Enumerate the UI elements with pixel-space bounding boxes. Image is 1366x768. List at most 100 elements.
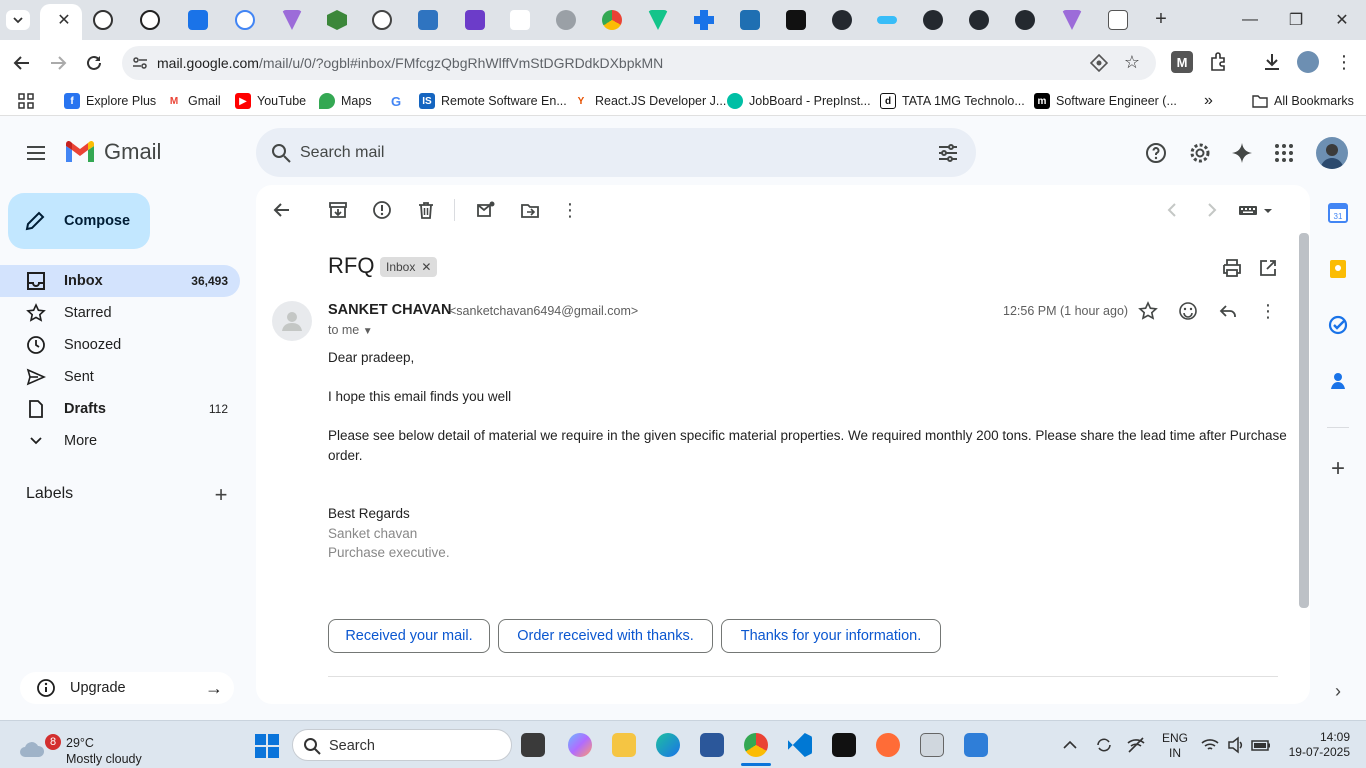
star-message-icon[interactable] [1138,301,1158,321]
network-icon[interactable] [1126,735,1146,755]
tasks-icon[interactable] [1327,314,1349,336]
tab-favicon-node-icon[interactable] [327,10,347,30]
remote-desktop-icon[interactable] [920,733,944,757]
chrome-taskbar-icon[interactable] [744,733,768,757]
battery-icon[interactable] [1250,735,1272,755]
print-icon[interactable] [1222,258,1242,278]
nav-inbox[interactable]: Inbox 36,493 [0,265,240,297]
bookmark-jobboard[interactable]: JobBoard - PrepInst... [727,92,871,110]
all-bookmarks[interactable]: All Bookmarks [1252,92,1354,110]
nav-starred[interactable]: Starred [0,297,240,329]
tab-favicon-google-icon[interactable] [235,10,255,30]
url-text[interactable]: mail.google.com/mail/u/0/?ogbl#inbox/FMf… [157,55,663,71]
file-explorer-icon[interactable] [612,733,636,757]
reply-icon[interactable] [1218,301,1238,321]
tab-favicon-openai-icon[interactable] [140,10,160,30]
emoji-react-icon[interactable] [1178,301,1198,321]
open-new-window-icon[interactable] [1258,258,1278,278]
add-label-icon[interactable]: + [210,482,232,507]
nav-sent[interactable]: Sent [0,361,240,393]
search-icon[interactable] [269,141,293,165]
minimize-icon[interactable]: — [1238,8,1262,32]
vscode-icon[interactable] [788,733,812,757]
nav-more[interactable]: More [0,425,240,457]
address-bar[interactable]: mail.google.com/mail/u/0/?ogbl#inbox/FMf… [122,46,1156,80]
delete-icon[interactable] [416,200,436,220]
keep-notes-icon[interactable] [1327,258,1349,280]
weather-widget[interactable]: 8 29°C Mostly cloudy [16,727,176,766]
message-scrollbar[interactable] [1299,233,1309,608]
tab-favicon-chart-icon[interactable] [510,10,530,30]
settings-gear-icon[interactable] [1188,141,1212,165]
tab-favicon-medium-icon[interactable] [786,10,806,30]
main-menu-icon[interactable] [24,141,48,165]
tab-favicon-github-icon[interactable] [923,10,943,30]
site-settings-icon[interactable] [132,55,148,71]
sender-name[interactable]: SANKET CHAVAN [328,302,452,318]
caret-down-icon[interactable]: ▼ [363,326,373,337]
store-icon[interactable] [700,733,724,757]
more-actions-icon[interactable]: ⋮ [560,200,580,220]
back-icon[interactable] [10,51,34,75]
bookmark-tata-1mg[interactable]: d TATA 1MG Technolo... [880,92,1025,110]
tab-favicon-chrome-icon[interactable] [602,10,622,30]
tab-favicon-vite-icon[interactable] [282,10,302,30]
gemini-sparkle-icon[interactable] [1230,141,1254,165]
bookmark-google[interactable]: G [388,92,410,110]
tab-favicon-github-icon[interactable] [969,10,989,30]
google-apps-icon[interactable] [1272,141,1296,165]
tab-favicon-app-icon[interactable] [188,10,208,30]
move-to-icon[interactable] [520,200,540,220]
new-tab-button[interactable]: + [1150,8,1172,30]
remove-label-icon[interactable]: ✕ [421,260,431,274]
maximize-icon[interactable]: ❐ [1284,8,1308,32]
upgrade-button[interactable]: Upgrade → [20,672,234,704]
search-input[interactable] [300,128,900,177]
volume-icon[interactable] [1226,735,1246,755]
gmail-logo[interactable]: Gmail [64,139,161,165]
bookmark-explore-plus[interactable]: f Explore Plus [64,92,156,110]
report-spam-icon[interactable] [372,200,392,220]
nav-drafts[interactable]: Drafts 112 [0,393,240,425]
get-addons-icon[interactable]: + [1327,455,1349,482]
tab-favicon-json-icon[interactable] [740,10,760,30]
archive-icon[interactable] [328,200,348,220]
forward-icon[interactable] [46,51,70,75]
bookmarks-overflow-icon[interactable]: » [1204,92,1213,110]
tab-favicon-app-icon[interactable] [418,10,438,30]
bookmark-remote-software[interactable]: IS Remote Software En... [419,92,567,110]
tab-favicon-tailwind-icon[interactable] [877,16,897,24]
tab-favicon-app-icon[interactable] [648,10,668,30]
tab-search-button[interactable] [6,10,30,30]
account-avatar[interactable] [1316,137,1348,169]
downloads-icon[interactable] [1261,51,1283,73]
browser-menu-icon[interactable]: ⋮ [1333,51,1355,73]
tab-favicon-app-icon[interactable] [465,10,485,30]
smart-reply-button[interactable]: Received your mail. [328,619,490,653]
tab-favicon-globe-icon[interactable] [556,10,576,30]
sender-avatar[interactable] [272,301,312,341]
tab-favicon-github-icon[interactable] [1015,10,1035,30]
recipient-details[interactable]: to me ▼ [328,323,373,337]
lens-icon[interactable] [1090,54,1108,72]
calendar-icon[interactable]: 31 [1327,202,1349,224]
smart-reply-button[interactable]: Thanks for your information. [721,619,941,653]
extension-m-icon[interactable]: M [1171,51,1193,73]
taskbar-search[interactable]: Search [292,729,512,761]
bookmark-software-engineer[interactable]: m Software Engineer (... [1034,92,1177,110]
newer-message-icon[interactable] [1162,200,1182,220]
sync-icon[interactable] [1094,735,1114,755]
wifi-icon[interactable] [1200,735,1220,755]
search-bar[interactable] [256,128,976,177]
tab-close-icon[interactable]: ✕ [55,11,73,29]
window-close-icon[interactable]: ✕ [1330,8,1354,32]
photos-icon[interactable] [964,733,988,757]
intellij-icon[interactable] [832,733,856,757]
bookmark-reactjs-developer[interactable]: Y React.JS Developer J... [573,92,726,110]
reload-icon[interactable] [82,51,106,75]
apps-grid-icon[interactable] [18,92,34,110]
tab-favicon-monitor-icon[interactable] [1108,10,1128,30]
input-tools-icon[interactable] [1238,200,1274,220]
older-message-icon[interactable] [1202,200,1222,220]
system-clock[interactable]: 14:09 19-07-2025 [1289,730,1350,760]
